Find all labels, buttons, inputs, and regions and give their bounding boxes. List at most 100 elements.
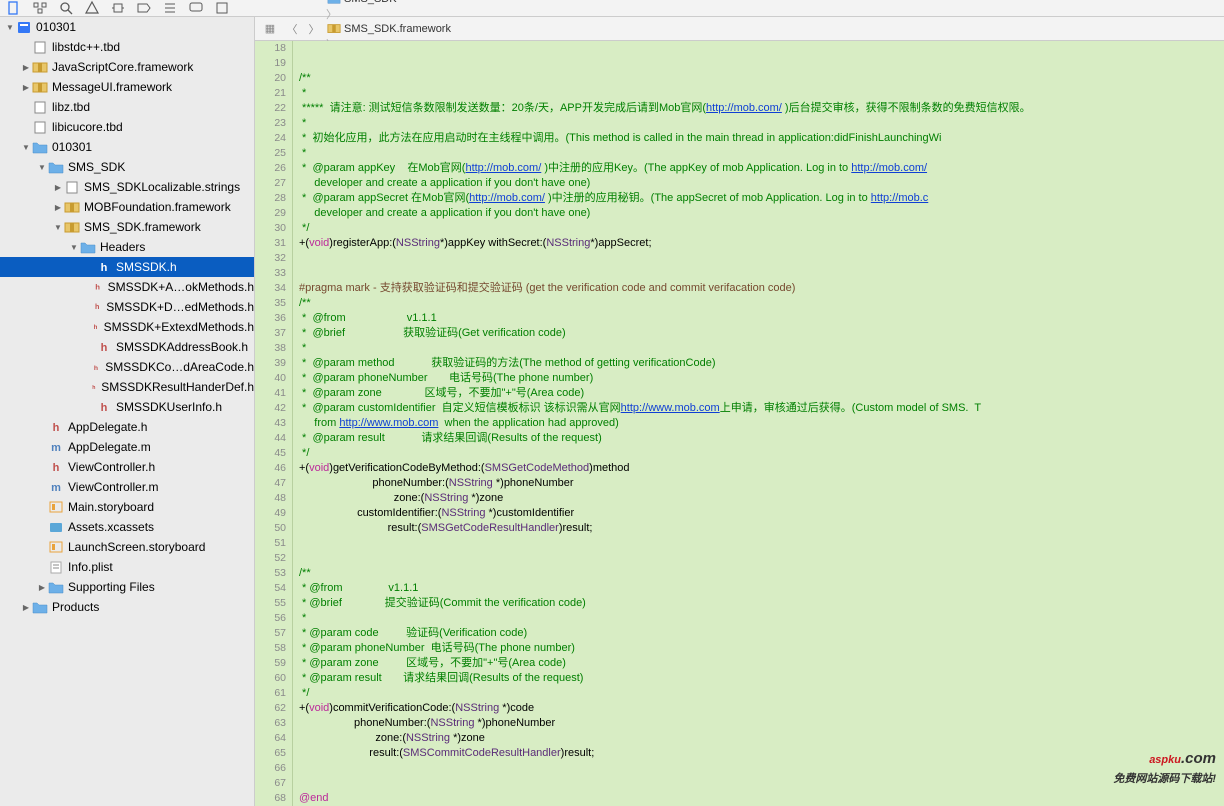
jump-bar[interactable]: ▦ 〈 〉 010301〉010301〉SMS_SDK〉SMS_SDK.fram… (255, 17, 1224, 41)
code-line[interactable]: * @param result 请求结果回调(Results of the re… (299, 431, 1224, 446)
code-line[interactable]: from http://www.mob.com when the applica… (299, 416, 1224, 431)
code-line[interactable] (299, 41, 1224, 56)
tree-item[interactable]: libz.tbd (0, 97, 254, 117)
warning-icon[interactable] (84, 0, 100, 16)
disclosure-icon[interactable]: ▶ (36, 581, 48, 593)
tree-item[interactable]: ▶SMS_SDKLocalizable.strings (0, 177, 254, 197)
code-line[interactable]: /** (299, 566, 1224, 581)
tree-item[interactable]: hSMSSDKCo…dAreaCode.h (0, 357, 254, 377)
disclosure-icon[interactable] (36, 521, 48, 533)
code-line[interactable]: zone:(NSString *)zone (299, 491, 1224, 506)
tree-item[interactable]: ▼SMS_SDK (0, 157, 254, 177)
code-line[interactable]: /** (299, 71, 1224, 86)
comment-icon[interactable] (188, 0, 204, 16)
breakpoints-icon[interactable] (136, 0, 152, 16)
code-line[interactable]: * @from v1.1.1 (299, 311, 1224, 326)
tree-item[interactable]: ▼Headers (0, 237, 254, 257)
disclosure-icon[interactable] (36, 481, 48, 493)
code-line[interactable]: * @param zone 区域号，不要加"+"号(Area code) (299, 386, 1224, 401)
tree-item[interactable]: LaunchScreen.storyboard (0, 537, 254, 557)
disclosure-icon[interactable]: ▶ (20, 601, 32, 613)
code-line[interactable]: result:(SMSCommitCodeResultHandler)resul… (299, 746, 1224, 761)
disclosure-icon[interactable] (84, 261, 96, 273)
code-line[interactable] (299, 551, 1224, 566)
debug-icon[interactable] (110, 0, 126, 16)
code-line[interactable]: customIdentifier:(NSString *)customIdent… (299, 506, 1224, 521)
tree-item[interactable]: ▼010301 (0, 137, 254, 157)
disclosure-icon[interactable]: ▶ (20, 61, 32, 73)
disclosure-icon[interactable] (20, 101, 32, 113)
code-line[interactable]: */ (299, 686, 1224, 701)
tree-item[interactable]: mViewController.m (0, 477, 254, 497)
disclosure-icon[interactable]: ▼ (52, 221, 64, 233)
code-area[interactable]: /** * ***** 请注意: 测试短信条数限制发送数量：20条/天，APP开… (293, 41, 1224, 806)
code-line[interactable] (299, 56, 1224, 71)
code-line[interactable]: * @param customIdentifier 自定义短信模板标识 该标识需… (299, 401, 1224, 416)
code-line[interactable]: @end (299, 791, 1224, 806)
square-icon[interactable] (214, 0, 230, 16)
tree-item[interactable]: mAppDelegate.m (0, 437, 254, 457)
code-line[interactable]: * @param method 获取验证码的方法(The method of g… (299, 356, 1224, 371)
code-line[interactable]: * @param appSecret 在Mob官网(http://mob.com… (299, 191, 1224, 206)
code-line[interactable]: zone:(NSString *)zone (299, 731, 1224, 746)
code-line[interactable]: * @from v1.1.1 (299, 581, 1224, 596)
code-line[interactable] (299, 251, 1224, 266)
disclosure-icon[interactable] (36, 441, 48, 453)
code-line[interactable]: * @param result 请求结果回调(Results of the re… (299, 671, 1224, 686)
code-line[interactable]: * @param phoneNumber 电话号码(The phone numb… (299, 371, 1224, 386)
tree-item[interactable]: ▶JavaScriptCore.framework (0, 57, 254, 77)
disclosure-icon[interactable] (36, 421, 48, 433)
disclosure-icon[interactable]: ▶ (20, 81, 32, 93)
code-line[interactable]: * @param phoneNumber 电话号码(The phone numb… (299, 641, 1224, 656)
code-line[interactable]: phoneNumber:(NSString *)phoneNumber (299, 716, 1224, 731)
nav-fwd-icon[interactable]: 〉 (305, 20, 323, 38)
disclosure-icon[interactable] (36, 561, 48, 573)
tree-item[interactable]: ▶MOBFoundation.framework (0, 197, 254, 217)
tree-item[interactable]: ▶Products (0, 597, 254, 617)
tree-item[interactable]: hAppDelegate.h (0, 417, 254, 437)
code-line[interactable]: result:(SMSGetCodeResultHandler)result; (299, 521, 1224, 536)
jump-segment[interactable]: SMS_SDK.framework (325, 22, 651, 36)
project-navigator[interactable]: ▼010301libstdc++.tbd▶JavaScriptCore.fram… (0, 17, 255, 806)
disclosure-icon[interactable]: ▼ (20, 141, 32, 153)
code-line[interactable]: * (299, 146, 1224, 161)
disclosure-icon[interactable] (36, 501, 48, 513)
tree-item[interactable]: libstdc++.tbd (0, 37, 254, 57)
disclosure-icon[interactable] (20, 41, 32, 53)
code-line[interactable]: developer and create a application if yo… (299, 206, 1224, 221)
code-line[interactable]: #pragma mark - 支持获取验证码和提交验证码 (get the ve… (299, 281, 1224, 296)
tree-item[interactable]: hSMSSDK+A…okMethods.h (0, 277, 254, 297)
tree-item[interactable]: Assets.xcassets (0, 517, 254, 537)
tree-item[interactable]: hViewController.h (0, 457, 254, 477)
code-line[interactable]: * @param code 验证码(Verification code) (299, 626, 1224, 641)
tree-item[interactable]: libicucore.tbd (0, 117, 254, 137)
tree-icon[interactable] (32, 0, 48, 16)
disclosure-icon[interactable] (36, 461, 48, 473)
tree-item[interactable]: ▼SMS_SDK.framework (0, 217, 254, 237)
disclosure-icon[interactable] (84, 281, 92, 293)
code-line[interactable]: * (299, 341, 1224, 356)
disclosure-icon[interactable] (84, 301, 92, 313)
disclosure-icon[interactable]: ▼ (36, 161, 48, 173)
code-line[interactable] (299, 266, 1224, 281)
code-line[interactable]: phoneNumber:(NSString *)phoneNumber (299, 476, 1224, 491)
code-line[interactable]: */ (299, 446, 1224, 461)
files-icon[interactable] (6, 0, 22, 16)
tree-item[interactable]: Main.storyboard (0, 497, 254, 517)
tree-item[interactable]: ▼010301 (0, 17, 254, 37)
code-line[interactable]: ***** 请注意: 测试短信条数限制发送数量：20条/天，APP开发完成后请到… (299, 101, 1224, 116)
disclosure-icon[interactable]: ▼ (4, 21, 16, 33)
tree-item[interactable]: hSMSSDK+D…edMethods.h (0, 297, 254, 317)
jump-segment[interactable]: SMS_SDK (325, 0, 651, 6)
source-editor[interactable]: 1819202122232425262728293031323334353637… (255, 41, 1224, 806)
search-icon[interactable] (58, 0, 74, 16)
code-line[interactable]: * (299, 86, 1224, 101)
code-line[interactable]: * @brief 获取验证码(Get verification code) (299, 326, 1224, 341)
nav-back-icon[interactable]: 〈 (283, 20, 301, 38)
tree-item[interactable]: hSMSSDK.h (0, 257, 254, 277)
report-icon[interactable] (162, 0, 178, 16)
code-line[interactable] (299, 761, 1224, 776)
disclosure-icon[interactable] (84, 401, 96, 413)
tree-item[interactable]: ▶MessageUI.framework (0, 77, 254, 97)
tree-item[interactable]: hSMSSDKAddressBook.h (0, 337, 254, 357)
